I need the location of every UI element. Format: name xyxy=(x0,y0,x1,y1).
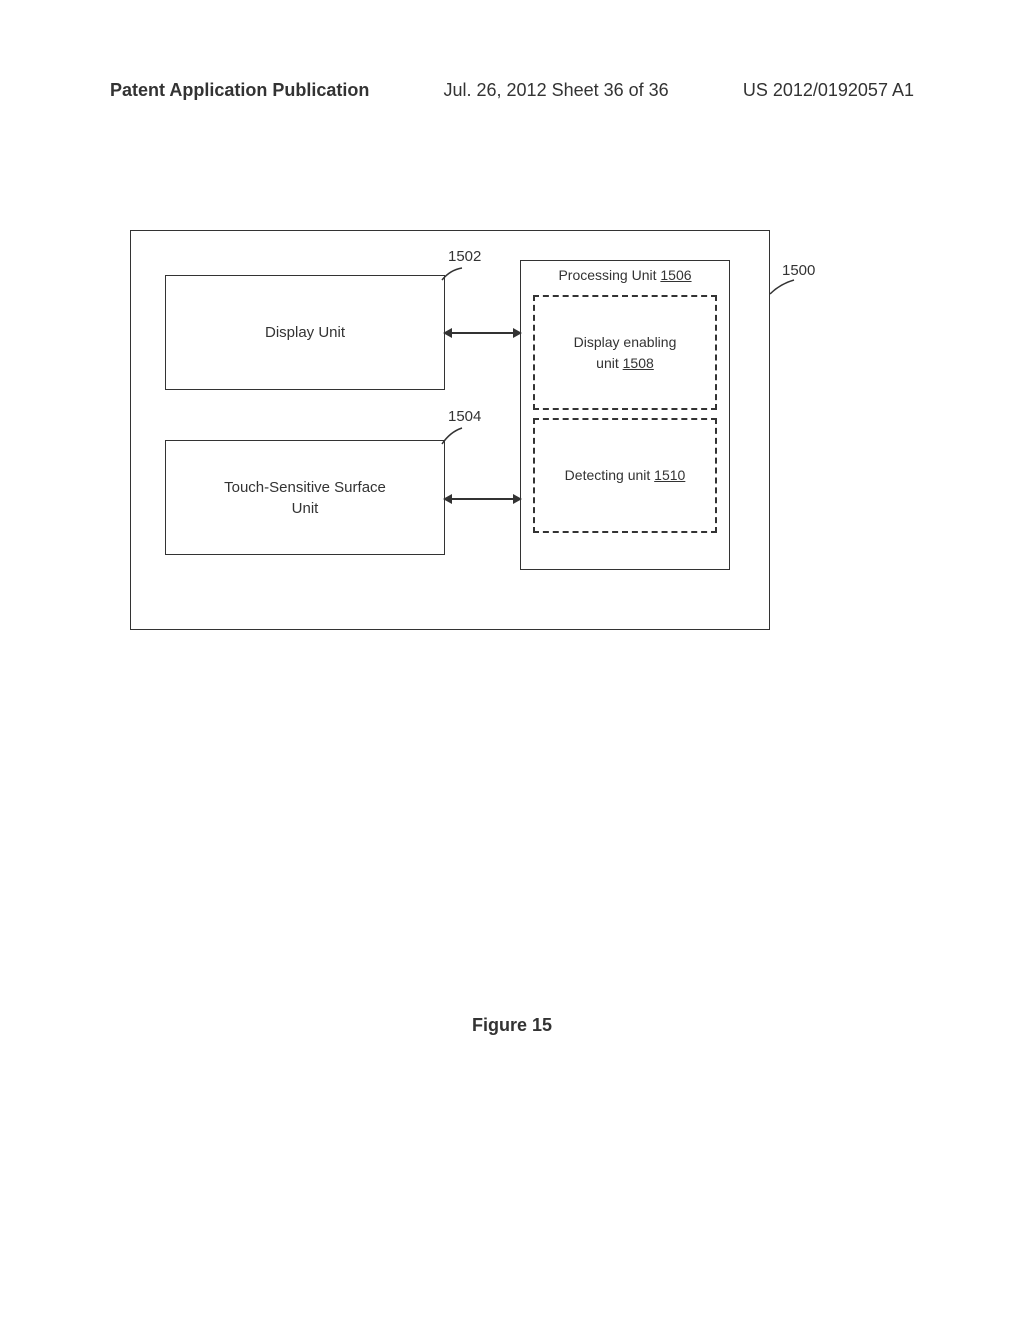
leader-1504-line xyxy=(440,426,464,446)
block-diagram: Display Unit Touch-Sensitive Surface Uni… xyxy=(130,230,770,630)
arrowhead-right-icon xyxy=(513,328,522,338)
display-unit-box: Display Unit xyxy=(165,275,445,390)
processing-unit-ref: 1506 xyxy=(660,267,691,283)
display-enabling-box: Display enabling unit 1508 xyxy=(533,295,717,410)
arrowhead-left-icon xyxy=(443,494,452,504)
processing-unit-title: Processing Unit 1506 xyxy=(521,261,729,287)
arrow-display-to-processing xyxy=(445,332,520,334)
display-unit-label: Display Unit xyxy=(265,324,345,341)
header-center: Jul. 26, 2012 Sheet 36 of 36 xyxy=(444,80,669,101)
detecting-unit-ref: 1510 xyxy=(654,467,685,483)
touch-sensitive-box: Touch-Sensitive Surface Unit xyxy=(165,440,445,555)
leader-1502-line xyxy=(440,266,464,282)
processing-unit-box: Processing Unit 1506 Display enabling un… xyxy=(520,260,730,570)
callout-1504: 1504 xyxy=(448,408,481,425)
detecting-unit-box: Detecting unit 1510 xyxy=(533,418,717,533)
display-enabling-ref: 1508 xyxy=(623,355,654,371)
arrowhead-left-icon xyxy=(443,328,452,338)
callout-1502: 1502 xyxy=(448,248,481,265)
arrow-touch-to-processing xyxy=(445,498,520,500)
header-left: Patent Application Publication xyxy=(110,80,369,101)
header-right: US 2012/0192057 A1 xyxy=(743,80,914,101)
page-header: Patent Application Publication Jul. 26, … xyxy=(0,80,1024,101)
arrowhead-right-icon xyxy=(513,494,522,504)
figure-label: Figure 15 xyxy=(0,1015,1024,1036)
callout-1500: 1500 xyxy=(782,262,815,279)
leader-1500-line xyxy=(770,278,796,296)
touch-unit-label: Touch-Sensitive Surface Unit xyxy=(224,477,386,519)
